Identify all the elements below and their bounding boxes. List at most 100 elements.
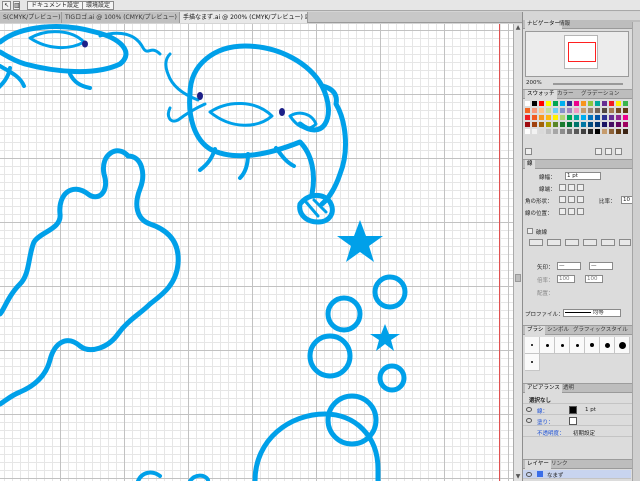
color-swatch[interactable]: [532, 115, 538, 121]
delete-swatch-icon[interactable]: [615, 148, 622, 155]
color-swatch[interactable]: [532, 108, 538, 114]
brush-cell[interactable]: [540, 337, 555, 354]
color-swatch[interactable]: [574, 122, 580, 128]
tab-info[interactable]: 情報: [557, 20, 572, 29]
color-swatch[interactable]: [588, 101, 594, 107]
color-swatch[interactable]: [623, 115, 629, 121]
gap-field-1[interactable]: [547, 239, 561, 246]
brush-cell[interactable]: [615, 337, 630, 354]
color-swatch[interactable]: [560, 115, 566, 121]
color-swatch[interactable]: [623, 129, 629, 135]
color-swatch[interactable]: [553, 115, 559, 121]
arrow-scale-end[interactable]: 100: [585, 275, 603, 283]
align-icon[interactable]: ▥: [13, 1, 20, 10]
color-swatch[interactable]: [588, 122, 594, 128]
arrow-scale-start[interactable]: 100: [557, 275, 575, 283]
tab-swatches[interactable]: スウォッチ: [525, 90, 557, 99]
color-swatch[interactable]: [595, 101, 601, 107]
gap-field-3[interactable]: [619, 239, 631, 246]
color-swatch[interactable]: [616, 108, 622, 114]
color-swatch[interactable]: [609, 122, 615, 128]
color-swatch[interactable]: [539, 115, 545, 121]
brush-cell[interactable]: [600, 337, 615, 354]
color-swatch[interactable]: [546, 122, 552, 128]
layer-row-catfish[interactable]: なまず: [523, 470, 631, 479]
color-swatch[interactable]: [567, 115, 573, 121]
round-cap-button[interactable]: [568, 184, 575, 191]
tab-gradient[interactable]: グラデーション: [579, 90, 621, 99]
brush-cell[interactable]: [525, 354, 540, 371]
stroke-color-chip[interactable]: [569, 406, 577, 414]
color-swatch[interactable]: [574, 108, 580, 114]
align-inside-button[interactable]: [568, 208, 575, 215]
color-swatch[interactable]: [595, 115, 601, 121]
stroke-row-label[interactable]: 線：: [537, 407, 548, 415]
scroll-thumb[interactable]: [515, 274, 521, 282]
miter-join-button[interactable]: [559, 196, 566, 203]
color-swatch[interactable]: [567, 101, 573, 107]
color-swatch[interactable]: [532, 122, 538, 128]
panel-dock-scrollbar[interactable]: [632, 22, 640, 481]
color-swatch[interactable]: [623, 122, 629, 128]
swatch-options-icon[interactable]: [605, 148, 612, 155]
brush-cell[interactable]: [585, 337, 600, 354]
color-swatch[interactable]: [567, 129, 573, 135]
appearance-row-fill[interactable]: 塗り：: [523, 416, 633, 426]
color-swatch[interactable]: [609, 108, 615, 114]
color-swatch[interactable]: [553, 101, 559, 107]
color-swatch[interactable]: [525, 108, 531, 114]
color-swatch[interactable]: [602, 129, 608, 135]
tab-graphic-styles[interactable]: グラフィックスタイル: [571, 326, 630, 335]
color-swatch[interactable]: [532, 129, 538, 135]
eye-icon[interactable]: [526, 472, 532, 477]
scroll-up-icon[interactable]: ▲: [514, 24, 522, 32]
color-swatch[interactable]: [581, 101, 587, 107]
color-swatch[interactable]: [595, 108, 601, 114]
navigator-zoom-value[interactable]: 200%: [525, 80, 547, 88]
color-swatch[interactable]: [595, 129, 601, 135]
color-swatch[interactable]: [602, 108, 608, 114]
appearance-row-stroke[interactable]: 線： 1 pt: [523, 405, 633, 415]
arrow-end-select[interactable]: —: [589, 262, 613, 270]
color-swatch[interactable]: [560, 129, 566, 135]
color-swatch[interactable]: [574, 129, 580, 135]
color-swatch[interactable]: [560, 101, 566, 107]
tab-transparency[interactable]: 透明: [561, 384, 576, 393]
align-outside-button[interactable]: [577, 208, 584, 215]
color-swatch[interactable]: [602, 115, 608, 121]
color-swatch[interactable]: [623, 108, 629, 114]
color-swatch[interactable]: [560, 122, 566, 128]
color-swatch[interactable]: [539, 101, 545, 107]
tab-layers[interactable]: レイヤー: [525, 460, 551, 469]
appearance-row-opacity[interactable]: 不透明度： 初期設定: [523, 427, 633, 437]
tab-appearance[interactable]: アピアランス: [525, 384, 562, 393]
dashed-checkbox[interactable]: [527, 228, 533, 234]
color-swatch[interactable]: [539, 129, 545, 135]
color-swatch[interactable]: [546, 115, 552, 121]
navigator-preview[interactable]: [525, 31, 629, 77]
color-swatch[interactable]: [616, 122, 622, 128]
gap-field-2[interactable]: [583, 239, 597, 246]
color-swatch[interactable]: [525, 101, 531, 107]
round-join-button[interactable]: [568, 196, 575, 203]
fill-row-label[interactable]: 塗り：: [537, 418, 554, 426]
arrow-start-select[interactable]: —: [557, 262, 581, 270]
color-swatch[interactable]: [609, 129, 615, 135]
tab-brushes[interactable]: ブラシ: [525, 326, 546, 335]
opacity-row-label[interactable]: 不透明度：: [537, 429, 565, 437]
brush-cell[interactable]: [525, 337, 540, 354]
color-swatch[interactable]: [546, 129, 552, 135]
color-swatch[interactable]: [581, 115, 587, 121]
swatch-library-icon[interactable]: [525, 148, 532, 155]
tab-symbols[interactable]: シンボル: [545, 326, 571, 335]
color-swatch[interactable]: [546, 108, 552, 114]
color-swatch[interactable]: [553, 122, 559, 128]
butt-cap-button[interactable]: [559, 184, 566, 191]
preferences-button[interactable]: 環境設定: [82, 1, 115, 10]
eye-icon[interactable]: [526, 418, 532, 423]
color-swatch[interactable]: [574, 115, 580, 121]
doc-tab-3-active[interactable]: 手描なまず.ai @ 200% (CMYK/プレビュー) ☒: [180, 12, 308, 23]
color-swatch[interactable]: [616, 129, 622, 135]
color-swatch[interactable]: [581, 129, 587, 135]
artboard-canvas[interactable]: [0, 24, 513, 481]
